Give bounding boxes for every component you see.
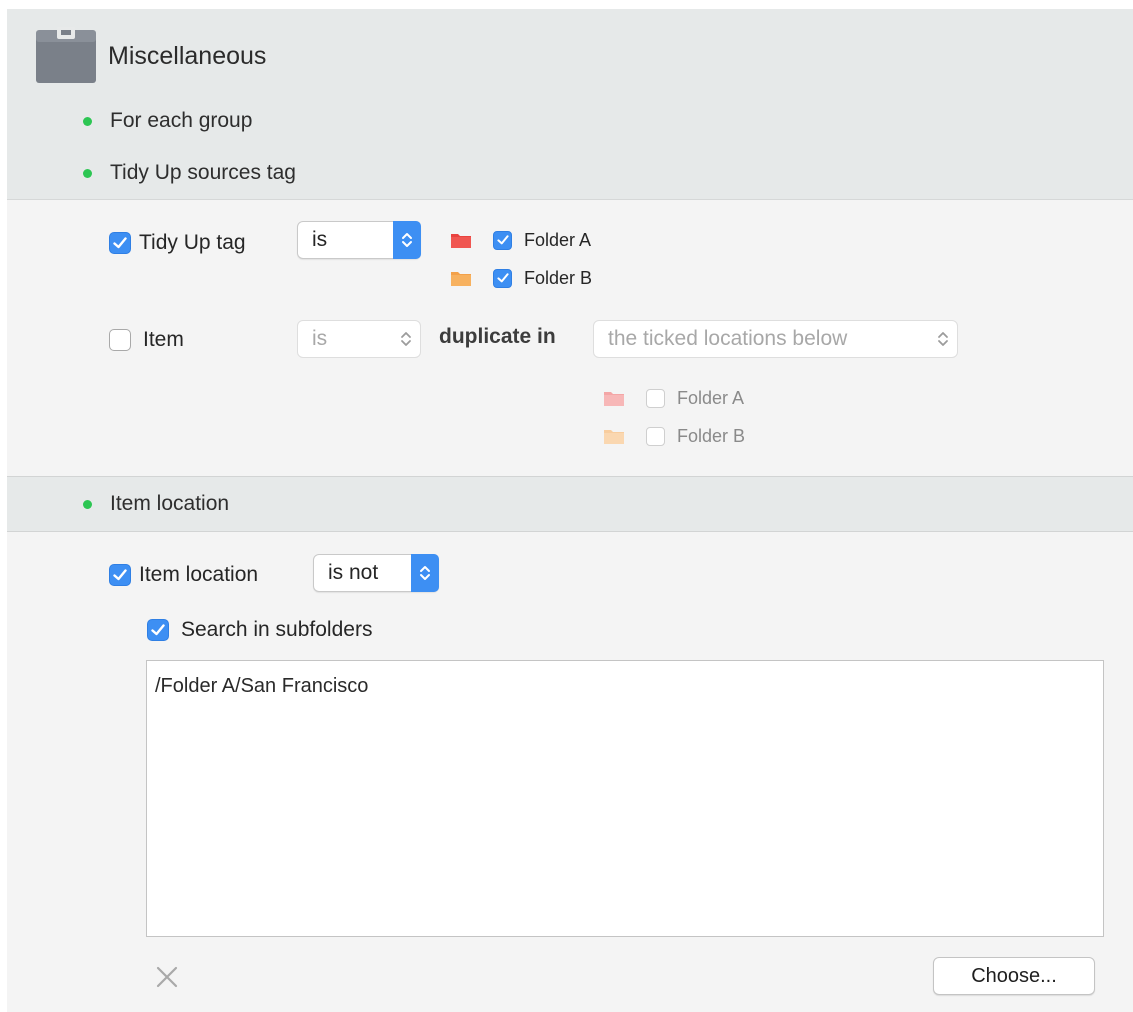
box-icon (36, 27, 96, 83)
location-path: /Folder A/San Francisco (155, 675, 369, 697)
folder-a-checkbox[interactable] (493, 230, 512, 250)
bullet-item-for-each-group: For each group (83, 106, 252, 136)
section-title: Miscellaneous (108, 42, 267, 70)
tidy-up-tag-condition: Tidy Up tag (109, 228, 246, 258)
dup-folder-a-label: Folder A (677, 387, 745, 408)
folder-icon (451, 234, 471, 248)
bullet-item-label: Item location (110, 492, 230, 515)
duplicate-folder-list: Folder A Folder B (603, 379, 745, 455)
dup-folder-option-b: Folder B (603, 417, 745, 455)
dup-folder-a-checkbox[interactable] (646, 388, 665, 408)
up-down-chevrons-icon (929, 321, 957, 357)
search-subfolders-label: Search in subfolders (181, 618, 373, 641)
tidy-up-tag-operator-select[interactable]: is (297, 221, 421, 259)
up-down-chevrons-icon (393, 221, 421, 259)
dup-folder-b-checkbox[interactable] (646, 426, 665, 446)
checkmark-icon (496, 235, 509, 245)
bullet-item-label: For each group (110, 109, 253, 132)
item-checkbox[interactable] (109, 329, 131, 351)
green-bullet-icon (83, 168, 92, 178)
checkmark-icon (496, 273, 509, 283)
checkmark-icon (113, 237, 127, 249)
operator-value: is (312, 327, 328, 350)
folder-b-checkbox[interactable] (493, 268, 512, 288)
folder-b-label: Folder B (524, 267, 593, 288)
item-operator-select[interactable]: is (297, 320, 421, 358)
scope-value: the ticked locations below (608, 327, 848, 350)
item-location-checkbox[interactable] (109, 564, 131, 586)
folder-option-a: Folder A (450, 221, 592, 259)
search-subfolders-option: Search in subfolders (147, 615, 372, 645)
item-location-band: Item location (7, 476, 1133, 532)
tidy-up-tag-folder-list: Folder A Folder B (450, 221, 592, 297)
dup-folder-option-a: Folder A (603, 379, 745, 417)
item-location-operator-select[interactable]: is not (313, 554, 439, 592)
item-location-label: Item location (139, 563, 259, 586)
green-bullet-icon (83, 499, 92, 509)
operator-value: is not (328, 561, 379, 584)
up-down-chevrons-icon (392, 321, 420, 357)
duplicate-in-label: duplicate in (439, 325, 556, 348)
tidy-up-tag-checkbox[interactable] (109, 232, 131, 254)
item-duplicate-condition: Item (109, 325, 184, 355)
close-icon[interactable] (154, 964, 180, 990)
header-band: Miscellaneous For each group Tidy Up sou… (7, 9, 1133, 200)
item-label: Item (143, 328, 184, 351)
folder-icon (451, 272, 471, 286)
folder-icon (604, 430, 624, 444)
choose-button[interactable]: Choose... (933, 957, 1095, 995)
item-location-condition: Item location (109, 560, 258, 590)
dup-folder-b-label: Folder B (677, 425, 746, 446)
operator-value: is (312, 228, 328, 251)
up-down-chevrons-icon (411, 554, 439, 592)
bullet-item-tidy-up-sources-tag: Tidy Up sources tag (83, 158, 296, 188)
checkmark-icon (113, 569, 127, 581)
rule-panel: Miscellaneous For each group Tidy Up sou… (7, 9, 1133, 1012)
checkmark-icon (151, 624, 165, 636)
tidy-up-tag-label: Tidy Up tag (139, 231, 246, 254)
bullet-item-location: Item location (83, 489, 229, 519)
search-subfolders-checkbox[interactable] (147, 619, 169, 641)
green-bullet-icon (83, 116, 92, 126)
folder-option-b: Folder B (450, 259, 592, 297)
bullet-item-label: Tidy Up sources tag (110, 161, 296, 184)
folder-a-label: Folder A (524, 229, 592, 250)
locations-scope-select[interactable]: the ticked locations below (593, 320, 958, 358)
folder-icon (604, 392, 624, 406)
location-paths-field[interactable]: /Folder A/San Francisco (146, 660, 1104, 937)
